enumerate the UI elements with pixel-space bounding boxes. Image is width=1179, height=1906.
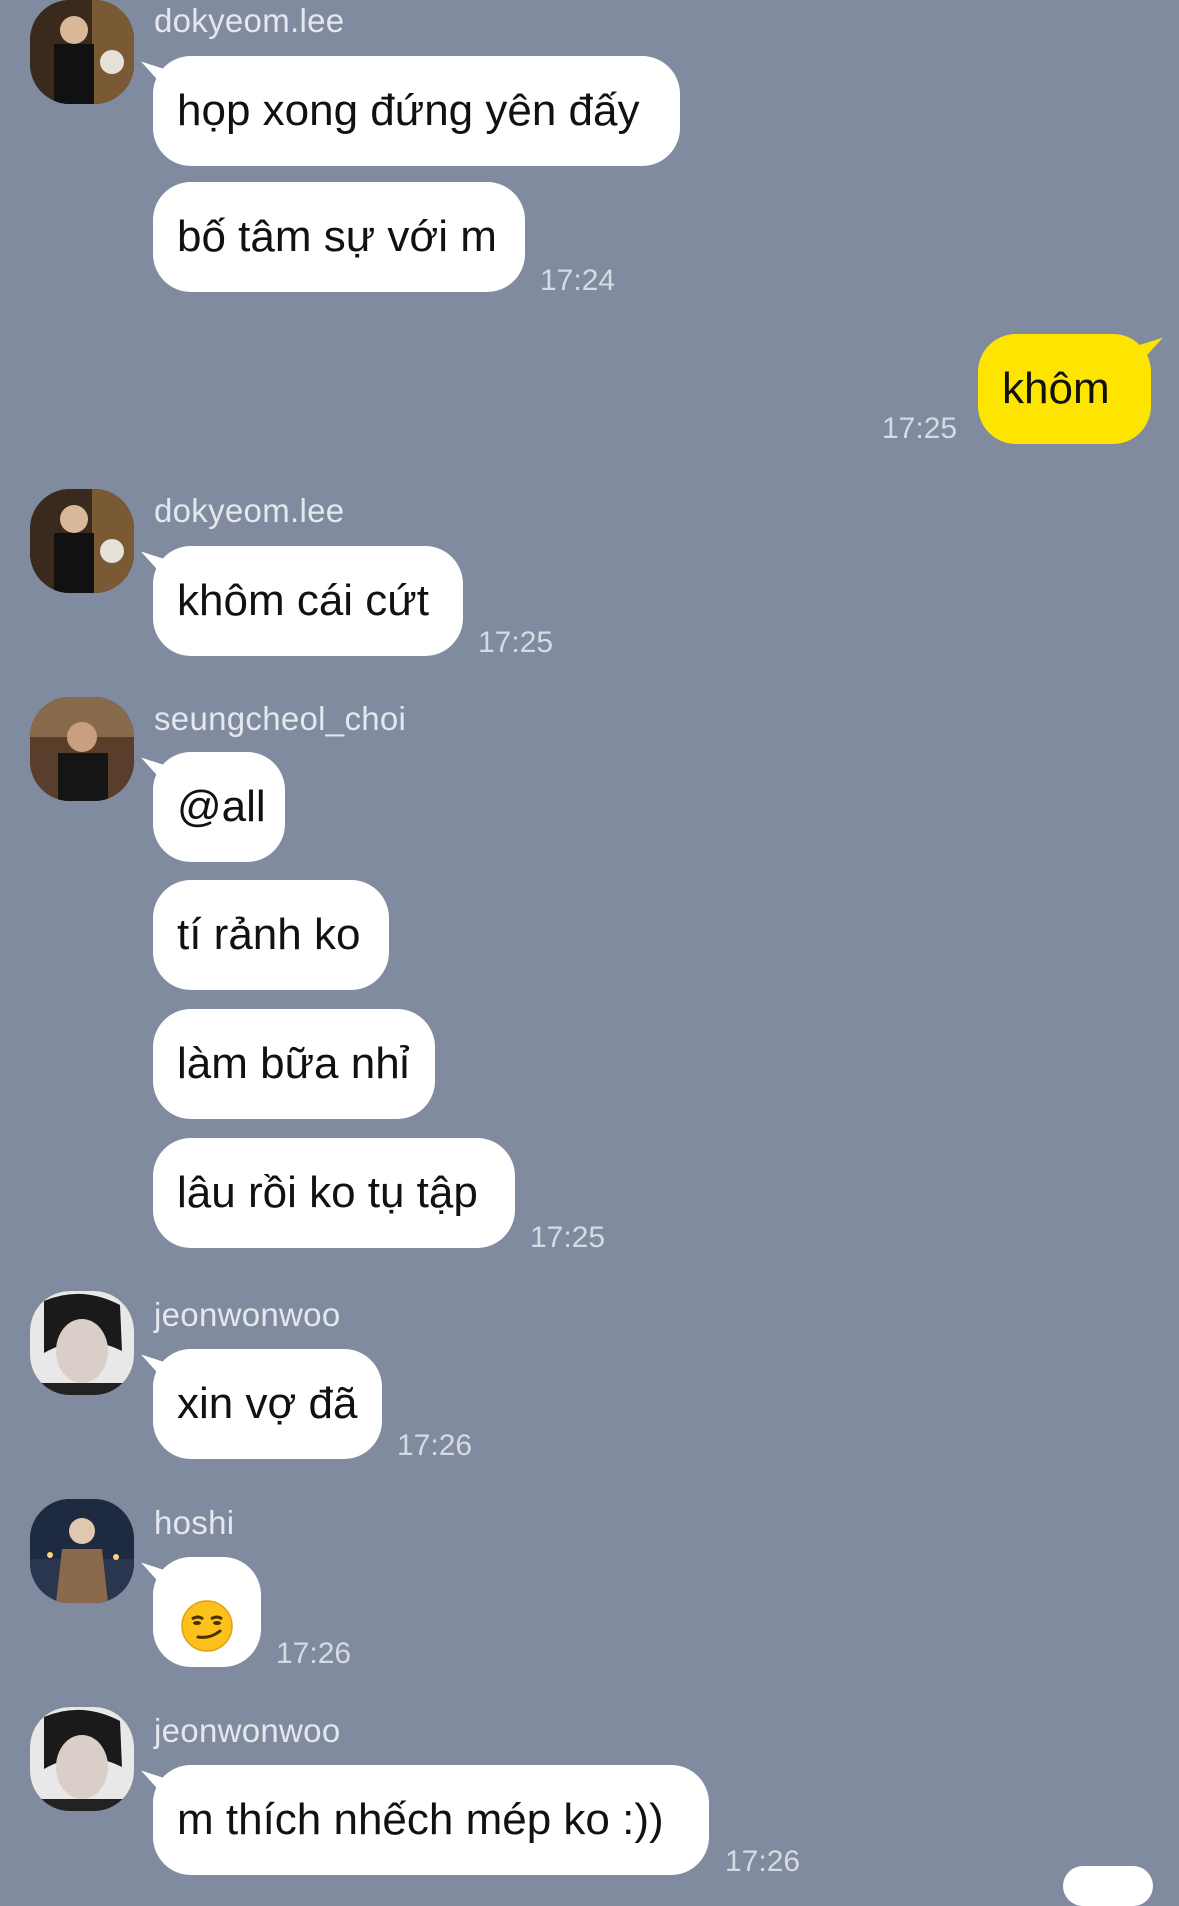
avatar-dokyeom[interactable] <box>30 0 134 104</box>
sender-name: jeonwonwoo <box>154 1296 341 1333</box>
smirking-face-icon <box>180 1584 234 1653</box>
message-bubble[interactable]: @all <box>153 752 285 862</box>
message-time: 17:25 <box>882 412 958 445</box>
partial-bubble-edge <box>1063 1866 1153 1906</box>
message-time: 17:26 <box>397 1429 473 1462</box>
message-bubble[interactable]: bố tâm sự với m <box>153 182 525 292</box>
avatar-jeonwonwoo[interactable] <box>30 1291 134 1395</box>
message-bubble[interactable]: làm bữa nhỉ <box>153 1009 435 1119</box>
message-time: 17:26 <box>725 1845 801 1878</box>
sender-name: dokyeom.lee <box>154 2 345 39</box>
avatar-dokyeom[interactable] <box>30 489 134 593</box>
avatar-hoshi[interactable] <box>30 1499 134 1603</box>
message-time: 17:25 <box>530 1221 606 1254</box>
avatar-seungcheol[interactable] <box>30 697 134 801</box>
message-bubble[interactable]: m thích nhếch mép ko :)) <box>153 1765 709 1875</box>
message-bubble[interactable]: xin vợ đã <box>153 1349 382 1459</box>
message-bubble[interactable]: tí rảnh ko <box>153 880 389 990</box>
message-bubble[interactable]: lâu rồi ko tụ tập <box>153 1138 515 1248</box>
message-bubble[interactable]: khôm cái cứt <box>153 546 463 656</box>
message-bubble[interactable]: họp xong đứng yên đấy <box>153 56 680 166</box>
message-bubble[interactable] <box>153 1557 261 1667</box>
sender-name: dokyeom.lee <box>154 492 345 529</box>
sender-name: hoshi <box>154 1504 235 1541</box>
message-time: 17:26 <box>276 1637 352 1670</box>
message-time: 17:24 <box>540 264 616 297</box>
sender-name: seungcheol_choi <box>154 700 407 737</box>
avatar-jeonwonwoo[interactable] <box>30 1707 134 1811</box>
message-time: 17:25 <box>478 626 554 659</box>
chat-view: dokyeom.lee họp xong đứng yên đấy bố tâm… <box>0 0 1179 1906</box>
sender-name: jeonwonwoo <box>154 1712 341 1749</box>
my-message-bubble[interactable]: khôm <box>978 334 1151 444</box>
